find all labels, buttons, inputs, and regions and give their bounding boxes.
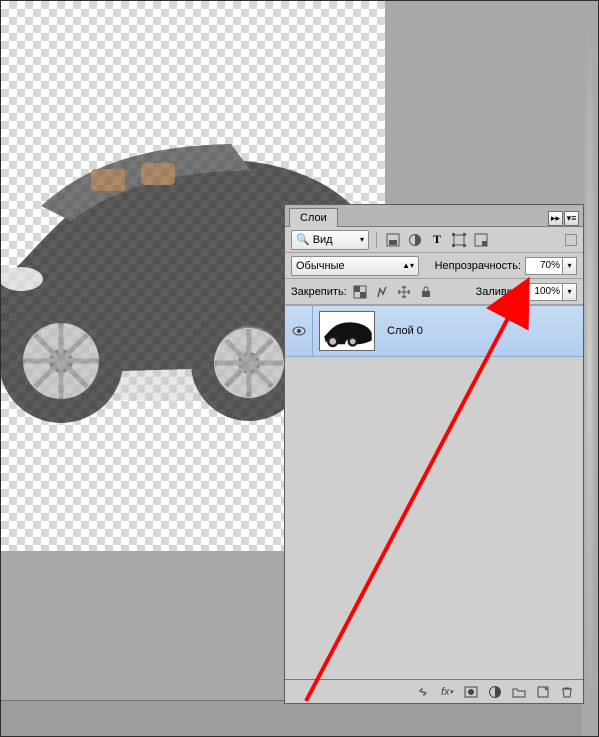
layer-list[interactable]: Слой 0 (285, 305, 583, 679)
fill-label: Заливка: (476, 286, 521, 298)
opacity-label: Непрозрачность: (435, 260, 521, 272)
layer-thumbnail[interactable] (313, 306, 381, 356)
right-scroll-strip[interactable] (582, 1, 597, 736)
link-layers-icon[interactable] (413, 683, 433, 701)
lock-position-icon[interactable] (395, 283, 413, 301)
opacity-input[interactable] (525, 257, 563, 275)
layer-filter-row: 🔍 Вид ▾ T (285, 227, 583, 253)
panel-tabs: Слои ▸▸ ▾≡ (285, 205, 583, 227)
lock-all-icon[interactable] (417, 283, 435, 301)
layer-fx-icon[interactable]: fx▾ (437, 683, 457, 701)
new-layer-icon[interactable] (533, 683, 553, 701)
tab-layers[interactable]: Слои (289, 208, 338, 227)
add-mask-icon[interactable] (461, 683, 481, 701)
status-bar (1, 700, 597, 736)
filter-toggle-switch[interactable] (565, 234, 577, 246)
filter-smartobject-icon[interactable] (472, 231, 490, 249)
layers-panel: Слои ▸▸ ▾≡ 🔍 Вид ▾ T Обычные▲▾ Непрозрач… (284, 204, 584, 704)
filter-pixel-icon[interactable] (384, 231, 402, 249)
search-icon: 🔍 (296, 233, 310, 246)
filter-adjustment-icon[interactable] (406, 231, 424, 249)
filter-type-icon[interactable]: T (428, 231, 446, 249)
lock-label: Закрепить: (291, 286, 347, 298)
panel-menu-icon[interactable]: ▾≡ (564, 211, 579, 226)
blend-opacity-row: Обычные▲▾ Непрозрачность: ▾ (285, 253, 583, 279)
new-adjustment-icon[interactable] (485, 683, 505, 701)
panel-footer: fx▾ (285, 679, 583, 703)
delete-layer-icon[interactable] (557, 683, 577, 701)
filter-shape-icon[interactable] (450, 231, 468, 249)
opacity-dropdown-icon[interactable]: ▾ (563, 257, 577, 275)
layer-filter-kind[interactable]: 🔍 Вид ▾ (291, 230, 369, 250)
lock-transparent-icon[interactable] (351, 283, 369, 301)
layer-row[interactable]: Слой 0 (285, 305, 583, 357)
new-group-icon[interactable] (509, 683, 529, 701)
layer-name[interactable]: Слой 0 (381, 325, 423, 337)
lock-fill-row: Закрепить: Заливка: ▾ (285, 279, 583, 305)
fill-dropdown-icon[interactable]: ▾ (563, 283, 577, 301)
eye-icon (292, 324, 306, 338)
blend-mode-select[interactable]: Обычные▲▾ (291, 256, 419, 276)
fill-input[interactable] (525, 283, 563, 301)
lock-image-icon[interactable] (373, 283, 391, 301)
visibility-toggle[interactable] (285, 306, 313, 356)
app-frame: Слои ▸▸ ▾≡ 🔍 Вид ▾ T Обычные▲▾ Непрозрач… (0, 0, 599, 737)
panel-collapse-icon[interactable]: ▸▸ (548, 211, 563, 226)
